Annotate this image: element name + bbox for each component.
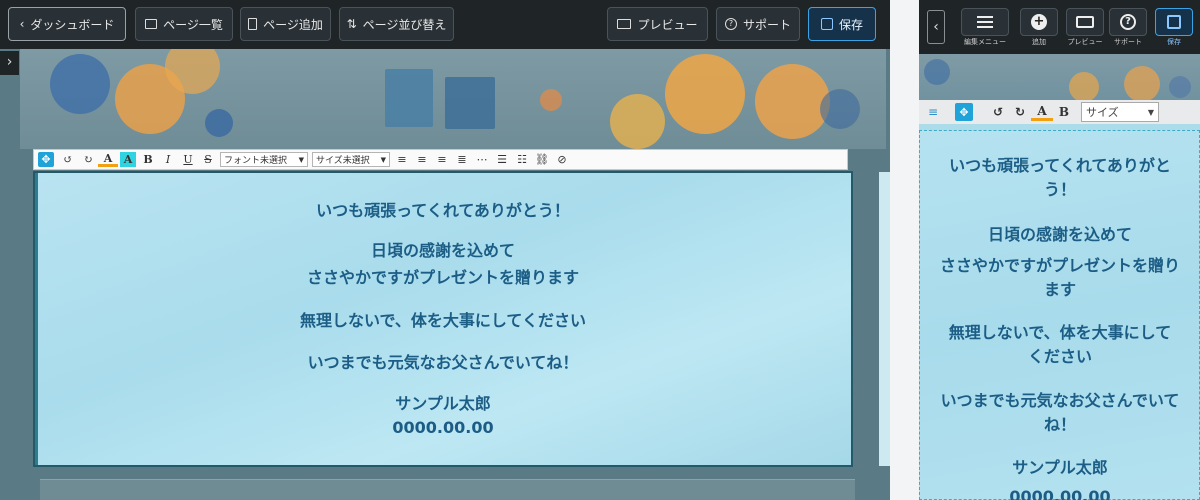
unlink-icon[interactable]: ⊘ [552,150,572,169]
chevron-down-icon: ▼ [298,155,304,164]
message-line-2: 日頃の感謝を込めて [987,225,1132,244]
message-line-1: いつも頑張ってくれてありがとう！ [316,201,570,220]
support-label: サポート [1114,38,1142,46]
unordered-list-icon[interactable]: ☷ [512,150,532,169]
back-button[interactable]: ‹ [927,10,945,44]
chevron-down-icon: ▼ [380,155,386,164]
edit-menu-button[interactable] [961,8,1009,36]
link-icon[interactable]: ⛓ [532,150,552,169]
save-disk-icon [1167,15,1181,29]
mobile-editor: ‹ 編集メニュー + 追加 プレビュー ? サポート 保存 ≡ ✥ ↺ ↻ A … [919,0,1200,500]
dashboard-button[interactable]: ‹ ダッシュボード [8,7,126,41]
save-disk-icon [820,18,833,30]
preview-label: プレビュー [1067,38,1103,46]
sidebar-toggle-button[interactable]: › [0,51,19,75]
move-handle-icon[interactable]: ✥ [955,103,973,121]
ordered-list-icon[interactable]: ☰ [492,150,512,169]
align-right-icon[interactable]: ≡ [432,150,452,169]
message-date: 0000.00.00 [1009,487,1111,500]
page-list-icon [145,19,158,29]
message-line-5b: ね！ [1043,415,1076,434]
font-color-button[interactable]: A [1031,104,1053,121]
message-line-5a: いつまでも元気なお父さんでいて [940,391,1180,410]
message-line-5: いつまでも元気なお父さんでいてね！ [307,353,579,372]
sort-arrows-icon: ⇅ [346,17,357,31]
message-line-4: 無理しないで、体を大事にしてください [300,311,586,330]
rich-text-toolbar: ✥ ↺ ↻ A A B I U S フォント未選択 ▼ サイズ未選択 ▼ ≡ ≡ ≡… [33,149,848,170]
save-button[interactable]: 保存 [808,7,876,41]
preview-button[interactable]: プレビュー [607,7,708,41]
font-color-button[interactable]: A [98,152,118,167]
mobile-topbar: ‹ 編集メニュー + 追加 プレビュー ? サポート 保存 [919,0,1200,54]
add-page-button[interactable]: ページ追加 [240,7,331,41]
italic-button[interactable]: I [158,150,178,169]
divider-gap [890,0,919,500]
desktop-editor: ‹ ダッシュボード ページ一覧 ページ追加 ⇅ ページ並び替え プレビュー ? … [0,0,890,500]
mobile-save-button[interactable] [1155,8,1193,36]
edit-menu-label: 編集メニュー [964,38,1006,46]
undo-button[interactable]: ↺ [987,102,1009,122]
message-line-3b: ます [1043,280,1076,299]
add-button[interactable]: + [1020,8,1058,36]
horizontal-rule-icon[interactable]: ⋯ [472,150,492,169]
chevron-left-icon: ‹ [19,17,25,31]
align-left-icon[interactable]: ≡ [392,150,412,169]
editor-topbar: ‹ ダッシュボード ページ一覧 ページ追加 ⇅ ページ並び替え プレビュー ? … [0,0,890,49]
align-justify-icon[interactable]: ≣ [452,150,472,169]
message-line-3: ささやかですがプレゼントを贈ります [306,268,579,287]
chevron-left-icon: ‹ [933,19,939,35]
mobile-format-toolbar: ≡ ✥ ↺ ↻ A B サイズ ▼ [919,100,1200,124]
bottom-decoration [40,479,855,500]
hamburger-icon [977,16,993,28]
message-text-box[interactable]: いつも頑張ってくれてありがとう！ 日頃の感謝を込めて ささやかですがプレゼントを… [33,171,853,467]
mobile-support-button[interactable]: ? [1109,8,1147,36]
size-select[interactable]: サイズ未選択 ▼ [312,152,390,167]
bold-button[interactable]: B [138,150,158,169]
align-center-icon[interactable]: ≡ [412,150,432,169]
monitor-icon [617,19,632,29]
background-color-button[interactable]: A [120,152,136,167]
sender-name: サンプル太郎 [395,394,491,413]
sender-name: サンプル太郎 [1012,458,1108,477]
add-label: 追加 [1032,38,1046,46]
chevron-down-icon: ▼ [1147,107,1154,117]
size-select[interactable]: サイズ ▼ [1081,102,1159,122]
monitor-icon [1076,16,1094,28]
page-list-button[interactable]: ページ一覧 [135,7,233,41]
plus-icon: + [1031,14,1047,30]
message-line-2: 日頃の感謝を込めて [370,241,515,260]
message-line-1b: う！ [1043,180,1076,199]
header-floral-image [20,49,886,149]
next-page-edge [879,172,890,466]
message-line-4b: ください [1027,347,1092,366]
undo-button[interactable]: ↺ [58,150,78,169]
strikethrough-button[interactable]: S [198,150,218,169]
menu-icon[interactable]: ≡ [923,102,943,122]
save-label: 保存 [1167,38,1181,46]
help-icon: ? [1120,14,1136,30]
message-date: 0000.00.00 [392,418,494,437]
add-document-icon [248,18,258,30]
mobile-message-text-box[interactable]: いつも頑張ってくれてありがと う！ 日頃の感謝を込めて ささやかですがプレゼント… [919,130,1200,500]
support-button[interactable]: ? サポート [716,7,800,41]
move-handle-icon[interactable]: ✥ [38,152,54,167]
message-line-4a: 無理しないで、体を大事にして [948,323,1172,342]
mobile-preview-button[interactable] [1066,8,1104,36]
underline-button[interactable]: U [178,150,198,169]
help-icon: ? [724,18,737,30]
message-line-3a: ささやかですがプレゼントを贈り [939,256,1180,275]
mobile-header-image [919,54,1200,100]
redo-button[interactable]: ↻ [1009,102,1031,122]
reorder-pages-button[interactable]: ⇅ ページ並び替え [339,7,454,41]
bold-button[interactable]: B [1053,102,1075,122]
font-select[interactable]: フォント未選択 ▼ [220,152,308,167]
message-line-1a: いつも頑張ってくれてありがと [949,156,1171,175]
redo-button[interactable]: ↻ [78,150,98,169]
